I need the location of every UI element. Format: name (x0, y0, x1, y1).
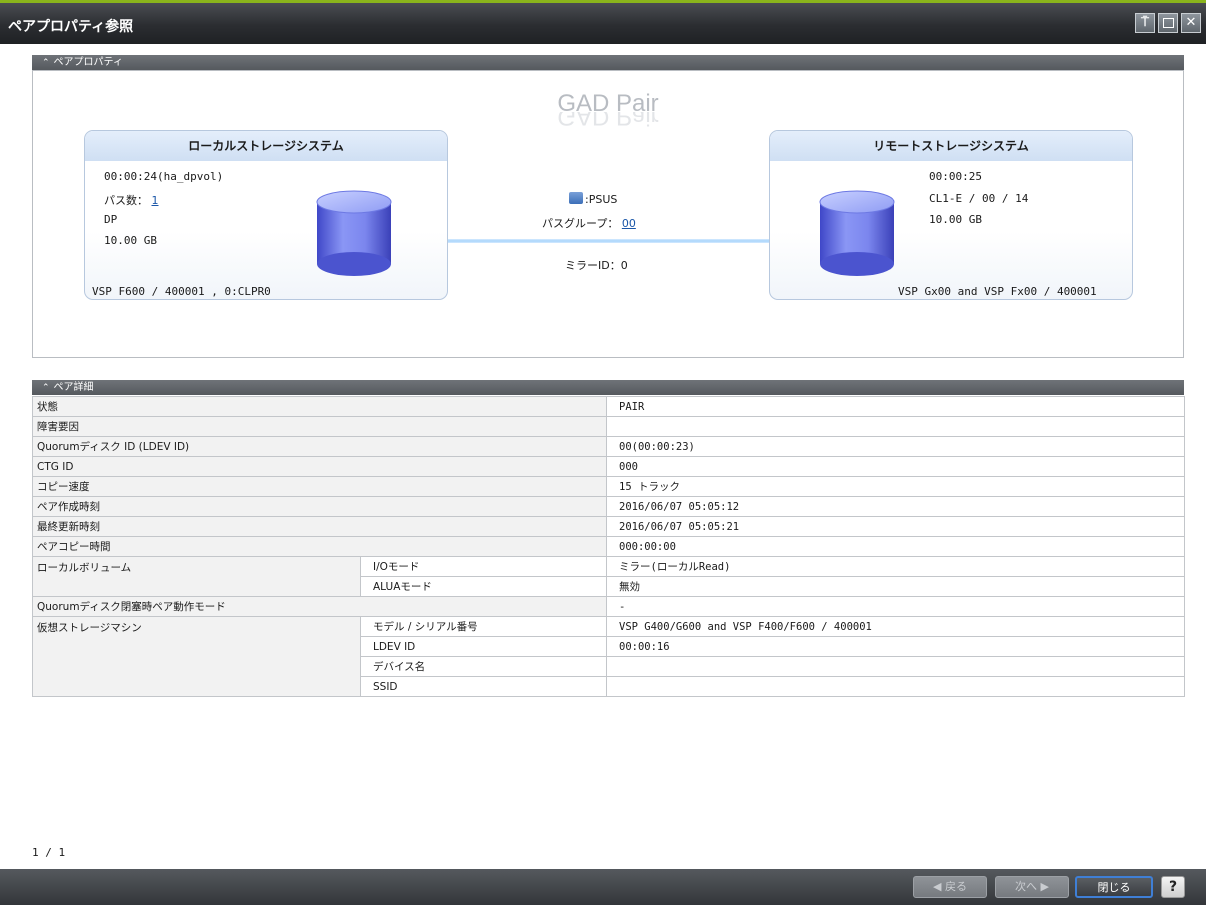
pair-details-table: 状態 PAIR 障害要因 Quorumディスク ID (LDEV ID) 00(… (32, 396, 1185, 697)
remote-capacity: 10.00 GB (929, 213, 982, 226)
pair-status: :PSUS (569, 192, 617, 206)
window-titlebar: ペアプロパティ参照 ⍑ ✕ (0, 0, 1206, 44)
diagram-title-reflection: GAD Pair (557, 112, 659, 130)
alua-mode-value: 無効 (606, 576, 1185, 597)
row-label: ペアコピー時間 (32, 536, 607, 557)
ssid-label: SSID (360, 676, 607, 697)
local-path-count: パス数： 1 (104, 192, 159, 208)
pair-properties-panel: GAD Pair GAD Pair ローカルストレージシステム 00:00:24… (32, 70, 1184, 358)
remote-volume-icon (819, 190, 895, 276)
device-name-value (606, 656, 1185, 677)
path-group: パスグループ： 00 (542, 215, 636, 231)
collapse-icon[interactable]: ⌃ (42, 58, 50, 68)
table-row: 障害要因 (32, 416, 1185, 437)
back-button[interactable]: ◀ 戻る (913, 876, 987, 898)
local-ldev: 00:00:24(ha_dpvol) (104, 170, 224, 183)
row-label: コピー速度 (32, 476, 607, 497)
remote-ldev: 00:00:25 (929, 170, 982, 183)
row-value: 2016/06/07 05:05:21 (606, 516, 1185, 537)
table-row: ペアコピー時間 000:00:00 (32, 536, 1185, 557)
remote-storage-heading: リモートストレージシステム (770, 131, 1132, 161)
row-value (606, 416, 1185, 437)
page-indicator: 1 / 1 (32, 846, 66, 859)
row-label: 障害要因 (32, 416, 607, 437)
table-row: ローカルボリューム I/Oモード ミラー(ローカルRead) (32, 556, 1185, 597)
pair-status-value: :PSUS (585, 193, 618, 206)
help-icon[interactable]: ? (1161, 876, 1185, 898)
pair-details-title: ペア詳細 (53, 382, 94, 393)
row-value: 2016/06/07 05:05:12 (606, 496, 1185, 517)
maximize-icon[interactable] (1158, 13, 1178, 33)
row-label: 最終更新時刻 (32, 516, 607, 537)
table-row: 最終更新時刻 2016/06/07 05:05:21 (32, 516, 1185, 537)
local-storage-card: ローカルストレージシステム 00:00:24(ha_dpvol) パス数： 1 … (84, 130, 448, 300)
virtual-ldev-label: LDEV ID (360, 636, 607, 657)
quorum-mode-label: Quorumディスク閉塞時ペア動作モード (32, 596, 607, 617)
row-label: CTG ID (32, 456, 607, 477)
row-value: 000:00:00 (606, 536, 1185, 557)
table-row: CTG ID 000 (32, 456, 1185, 477)
device-name-label: デバイス名 (360, 656, 607, 677)
window-title: ペアプロパティ参照 (8, 19, 134, 35)
pin-icon[interactable]: ⍑ (1135, 13, 1155, 33)
row-label: ペア作成時刻 (32, 496, 607, 517)
local-storage-heading: ローカルストレージシステム (85, 131, 447, 161)
local-pool-type: DP (104, 213, 118, 226)
model-serial-value: VSP G400/G600 and VSP F400/F600 / 400001 (606, 616, 1185, 637)
pair-details-header[interactable]: ⌃ ペア詳細 (32, 380, 1184, 395)
pair-status-icon (569, 192, 583, 204)
table-row: ペア作成時刻 2016/06/07 05:05:12 (32, 496, 1185, 517)
local-path-count-link[interactable]: 1 (152, 194, 159, 207)
remote-storage-system: VSP Gx00 and VSP Fx00 / 400001 (898, 285, 1097, 298)
ssid-value (606, 676, 1185, 697)
row-value: PAIR (606, 396, 1185, 417)
virtual-storage-label: 仮想ストレージマシン (32, 616, 361, 697)
table-row: Quorumディスク閉塞時ペア動作モード - (32, 596, 1185, 617)
row-value: 00(00:00:23) (606, 436, 1185, 457)
table-row: コピー速度 15 トラック (32, 476, 1185, 497)
next-button[interactable]: 次へ ▶ (995, 876, 1069, 898)
row-label: Quorumディスク ID (LDEV ID) (32, 436, 607, 457)
dialog-footer: ◀ 戻る 次へ ▶ 閉じる ? (0, 869, 1206, 905)
virtual-ldev-value: 00:00:16 (606, 636, 1185, 657)
model-serial-label: モデル / シリアル番号 (360, 616, 607, 637)
path-group-label: パスグループ： (542, 217, 619, 230)
window-controls: ⍑ ✕ (1135, 13, 1201, 33)
collapse-icon[interactable]: ⌃ (42, 383, 50, 393)
table-row: 仮想ストレージマシン モデル / シリアル番号 VSP G400/G600 an… (32, 616, 1185, 697)
row-value: 000 (606, 456, 1185, 477)
local-capacity: 10.00 GB (104, 234, 157, 247)
remote-storage-card: リモートストレージシステム 00:00:25 CL1-E / 00 / 14 1… (769, 130, 1133, 300)
pair-properties-header[interactable]: ⌃ ペアプロパティ (32, 55, 1184, 70)
io-mode-value: ミラー(ローカルRead) (606, 556, 1185, 577)
local-path-count-label: パス数： (104, 194, 148, 207)
row-label: 状態 (32, 396, 607, 417)
alua-mode-label: ALUAモード (360, 576, 607, 597)
pair-properties-title: ペアプロパティ (53, 57, 123, 68)
local-volume-icon (316, 190, 392, 276)
table-row: 状態 PAIR (32, 396, 1185, 417)
close-button[interactable]: 閉じる (1075, 876, 1153, 898)
row-value: 15 トラック (606, 476, 1185, 497)
mirror-id: ミラーID：0 (565, 259, 628, 272)
table-row: Quorumディスク ID (LDEV ID) 00(00:00:23) (32, 436, 1185, 457)
io-mode-label: I/Oモード (360, 556, 607, 577)
quorum-mode-value: - (606, 596, 1185, 617)
local-volume-label: ローカルボリューム (32, 556, 361, 597)
path-group-link[interactable]: 00 (622, 217, 636, 230)
remote-port: CL1-E / 00 / 14 (929, 192, 1029, 205)
close-icon[interactable]: ✕ (1181, 13, 1201, 33)
local-storage-system: VSP F600 / 400001 , 0:CLPR0 (92, 285, 271, 298)
